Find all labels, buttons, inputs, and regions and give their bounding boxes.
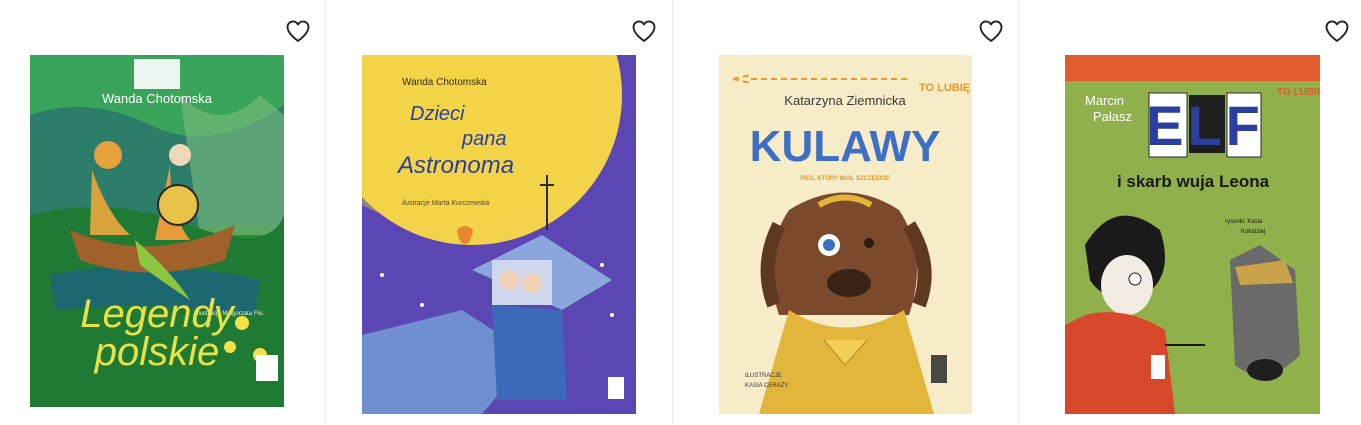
- cover-subtitle: PIES, KTÓRY MIAŁ SZCZĘŚCIE: [800, 174, 889, 182]
- cover-illustrator: ILUSTRACJE: [745, 373, 782, 379]
- product-card[interactable]: TO LUBIĘ Marcin Pałasz ELF i skarb wuja …: [1019, 0, 1361, 425]
- book-cover-image[interactable]: Wanda Chotomska ilustracje Małgorzata Fl…: [30, 55, 284, 407]
- heart-outline-icon: [1325, 20, 1349, 42]
- cover-title: ELF: [1146, 94, 1264, 157]
- book-cover-image[interactable]: Wanda Chotomska Dzieci pana Astronoma il…: [362, 55, 636, 414]
- cover-illustrator: KASIA CERAZY: [745, 383, 788, 389]
- favorite-button[interactable]: [1323, 17, 1351, 45]
- cover-art: Wanda Chotomska Dzieci pana Astronoma il…: [362, 55, 636, 414]
- cover-title: polskie: [94, 330, 220, 374]
- book-cover-image[interactable]: TO LUBIĘ Marcin Pałasz ELF i skarb wuja …: [1065, 55, 1320, 414]
- heart-outline-icon: [632, 20, 656, 42]
- favorite-button[interactable]: [630, 17, 658, 45]
- heart-outline-icon: [286, 20, 310, 42]
- cover-illustrator: ilustracje Marta Kurczewska: [402, 200, 489, 207]
- product-card[interactable]: TO LUBIĘ Katarzyna Ziemnicka KULAWY PIES…: [673, 0, 1019, 425]
- cover-title: Astronoma: [396, 152, 514, 179]
- product-grid: Wanda Chotomska ilustracje Małgorzata Fl…: [0, 0, 1361, 425]
- cover-art: Wanda Chotomska ilustracje Małgorzata Fl…: [30, 55, 284, 407]
- product-card[interactable]: Wanda Chotomska Dzieci pana Astronoma il…: [326, 0, 673, 425]
- book-cover-image[interactable]: TO LUBIĘ Katarzyna Ziemnicka KULAWY PIES…: [719, 55, 972, 414]
- cover-series: TO LUBIĘ: [919, 82, 970, 94]
- cover-illustrator: rysunki: Kasia: [1225, 219, 1263, 225]
- product-card[interactable]: Wanda Chotomska ilustracje Małgorzata Fl…: [0, 0, 326, 425]
- cover-title: pana: [461, 128, 507, 150]
- cover-author: Marcin: [1085, 93, 1124, 108]
- cover-author: Katarzyna Ziemnicka: [784, 93, 906, 108]
- cover-art: TO LUBIĘ Katarzyna Ziemnicka KULAWY PIES…: [719, 55, 972, 414]
- cover-subtitle: i skarb wuja Leona: [1117, 172, 1270, 191]
- favorite-button[interactable]: [284, 17, 312, 45]
- heart-outline-icon: [979, 20, 1003, 42]
- cover-illustrator: Kołodziej: [1241, 229, 1265, 235]
- cover-author: Pałasz: [1093, 109, 1132, 124]
- favorite-button[interactable]: [977, 17, 1005, 45]
- cover-art: TO LUBIĘ Marcin Pałasz ELF i skarb wuja …: [1065, 55, 1320, 414]
- cover-author: Wanda Chotomska: [102, 91, 213, 106]
- cover-title: Dzieci: [410, 103, 465, 125]
- cover-series: TO LUBIĘ: [1277, 87, 1320, 98]
- cover-author: Wanda Chotomska: [402, 77, 487, 88]
- cover-title: KULAWY: [750, 122, 941, 171]
